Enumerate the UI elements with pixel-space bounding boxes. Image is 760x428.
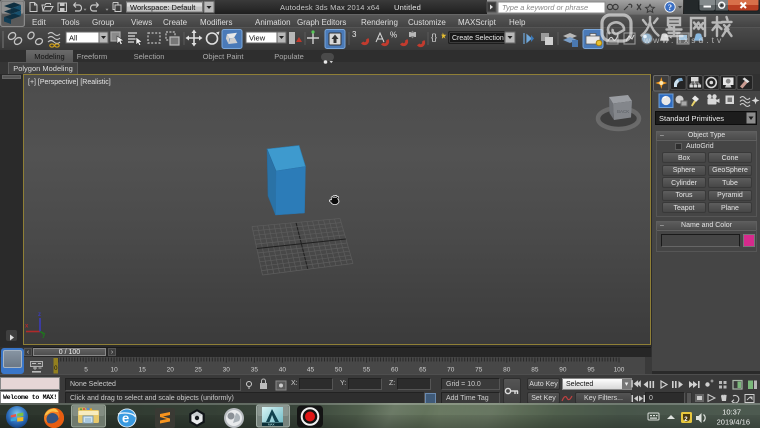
svg-text:25: 25: [195, 367, 203, 374]
svg-text:5: 5: [84, 367, 88, 374]
svg-text:90: 90: [559, 367, 567, 374]
svg-text:45: 45: [307, 367, 315, 374]
svg-text:60: 60: [391, 367, 399, 374]
svg-text:80: 80: [503, 367, 511, 374]
svg-text:2019/4/16: 2019/4/16: [717, 418, 750, 427]
svg-text:%: %: [390, 31, 397, 40]
svg-text:35: 35: [251, 367, 259, 374]
svg-text:y: y: [42, 333, 46, 339]
svg-text:95: 95: [587, 367, 595, 374]
svg-text:Standard Primitives: Standard Primitives: [659, 114, 724, 123]
svg-text:30: 30: [223, 367, 231, 374]
svg-text:75: 75: [475, 367, 483, 374]
svg-text:Type a keyword or phrase: Type a keyword or phrase: [502, 3, 588, 12]
svg-text:3: 3: [352, 30, 357, 39]
svg-text:x: x: [25, 324, 29, 330]
svg-text:65: 65: [419, 367, 427, 374]
svg-text:z: z: [38, 312, 41, 318]
svg-text:55: 55: [363, 367, 371, 374]
svg-text:10:37: 10:37: [722, 408, 741, 417]
svg-text:All: All: [69, 34, 78, 43]
svg-text:{}: {}: [431, 32, 437, 42]
svg-text:BACK: BACK: [617, 109, 629, 114]
svg-text:100: 100: [614, 367, 625, 374]
svg-text:85: 85: [531, 367, 539, 374]
svg-text:MAX: MAX: [268, 423, 275, 427]
svg-text:?: ?: [668, 3, 672, 12]
svg-text:20: 20: [167, 367, 175, 374]
svg-text:50: 50: [335, 367, 343, 374]
svg-text:70: 70: [447, 367, 455, 374]
svg-text:Workspace: Default: Workspace: Default: [130, 3, 196, 12]
svg-text:View: View: [249, 34, 266, 43]
svg-text:15: 15: [139, 367, 147, 374]
svg-text:10: 10: [110, 367, 118, 374]
svg-text:40: 40: [279, 367, 287, 374]
